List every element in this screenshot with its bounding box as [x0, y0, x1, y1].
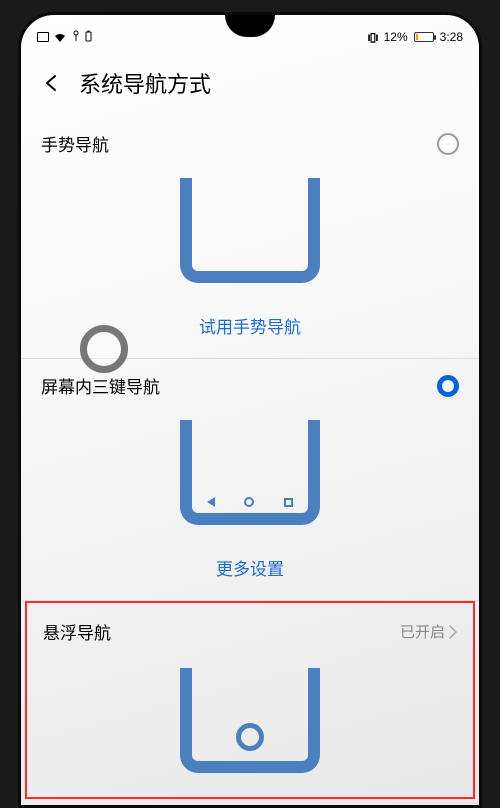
option-floating[interactable]: 悬浮导航 已开启 — [39, 603, 461, 660]
illustration-gesture — [37, 170, 463, 297]
option-floating-label: 悬浮导航 — [43, 619, 111, 644]
radio-gesture[interactable] — [437, 133, 459, 155]
float-circle-icon — [236, 723, 264, 751]
page-title: 系统导航方式 — [79, 67, 211, 99]
battery-small-icon — [85, 30, 92, 45]
nav-recent-icon — [284, 498, 293, 507]
option-gesture-label: 手势导航 — [41, 131, 109, 156]
option-floating-value: 已开启 — [400, 621, 445, 642]
radio-three-key[interactable] — [437, 375, 459, 397]
chevron-right-icon — [449, 625, 457, 639]
option-three-key-label: 屏幕内三键导航 — [41, 373, 160, 398]
wifi-icon — [53, 32, 67, 43]
battery-icon — [414, 32, 434, 42]
touch-indicator — [80, 325, 128, 373]
battery-percent: 12% — [384, 30, 408, 44]
sound-icon — [71, 30, 81, 45]
option-gesture[interactable]: 手势导航 — [37, 117, 463, 170]
screen: ı▯ı 12% 3:28 系统导航方式 手势导航 试用手势导航 屏幕内 — [21, 15, 479, 805]
vibration-icon: ı▯ı — [367, 30, 377, 44]
highlight-box: 悬浮导航 已开启 — [25, 601, 475, 799]
sim-icon — [37, 32, 49, 42]
clock: 3:28 — [440, 30, 463, 44]
link-more-settings[interactable]: 更多设置 — [37, 539, 463, 600]
back-button[interactable] — [41, 72, 63, 94]
phone-frame: ı▯ı 12% 3:28 系统导航方式 手势导航 试用手势导航 屏幕内 — [18, 12, 482, 808]
page-header: 系统导航方式 — [37, 51, 463, 117]
nav-home-icon — [244, 497, 254, 507]
nav-back-icon — [207, 497, 215, 507]
illustration-floating — [39, 660, 461, 787]
illustration-three-key — [37, 412, 463, 539]
